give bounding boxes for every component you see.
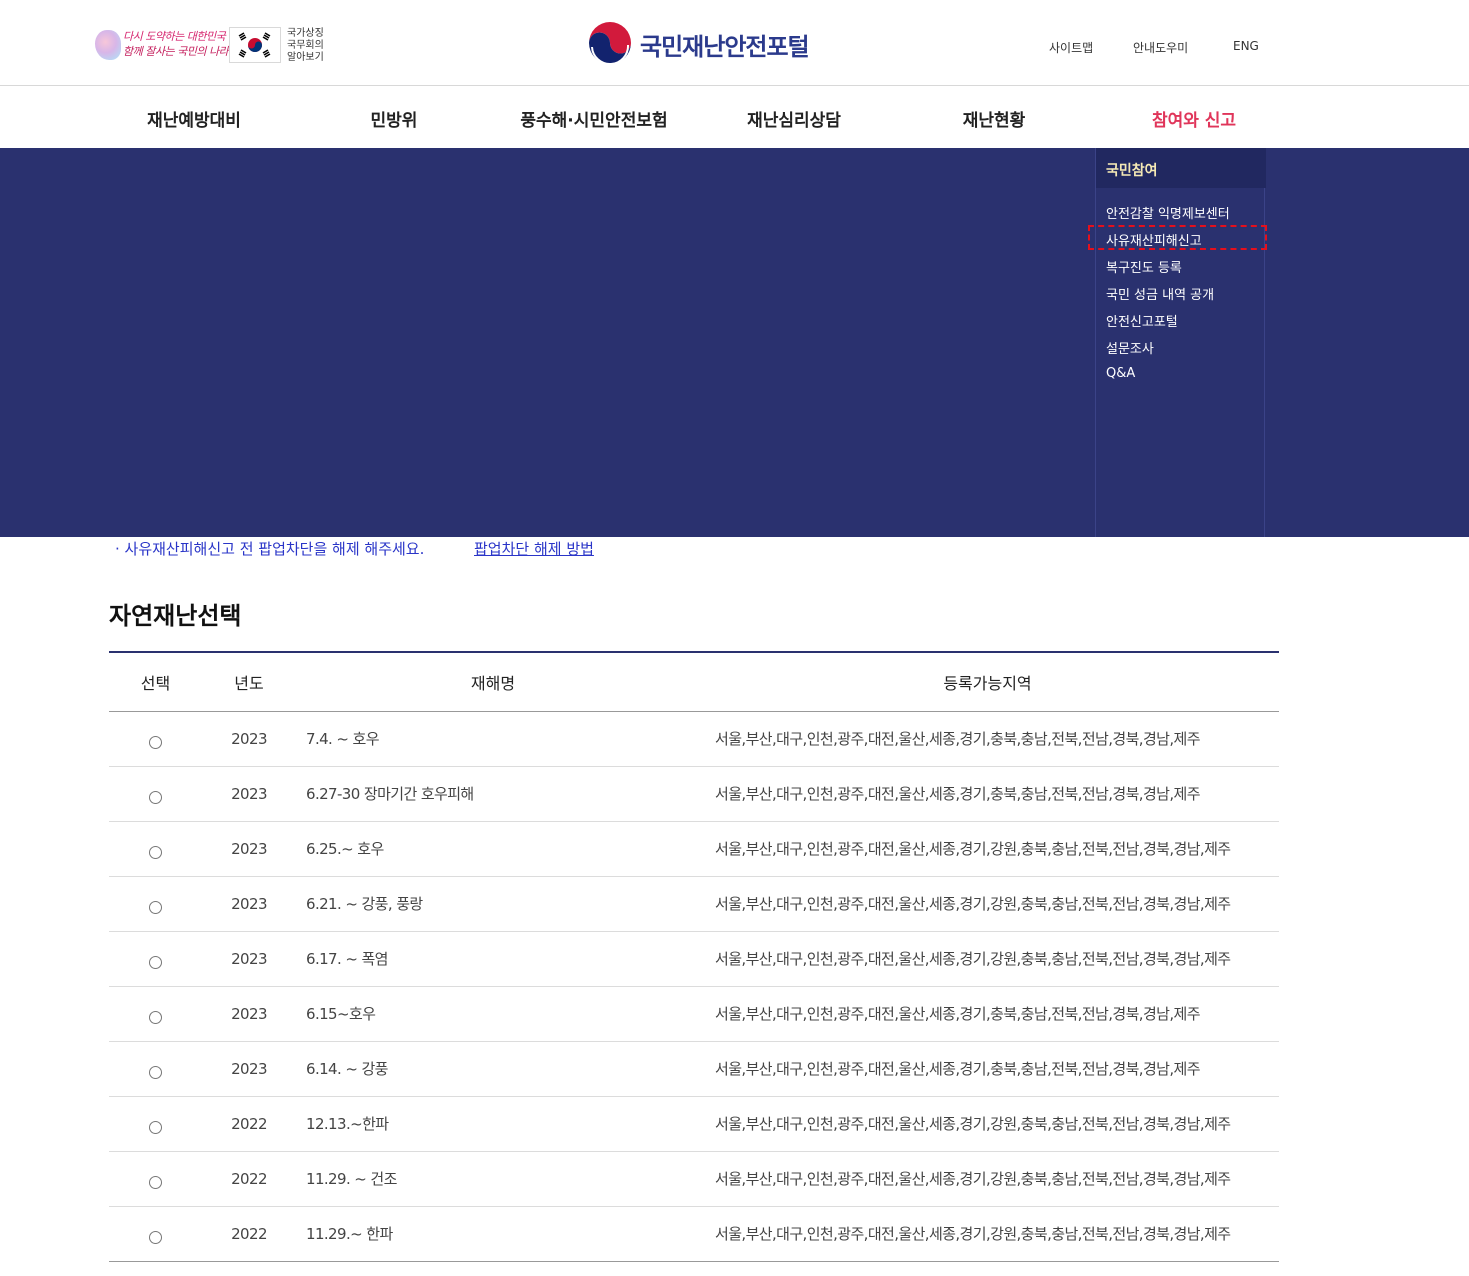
column-header-year: 년도 bbox=[202, 652, 296, 712]
cell-regions: 서울,부산,대구,인천,광주,대전,울산,세종,경기,충북,충남,전북,전남,경… bbox=[696, 711, 1279, 767]
government-slogan-logo[interactable]: 다시 도약하는 대한민국 함께 잘사는 국민의 나라 bbox=[95, 28, 229, 64]
cell-disaster-name: 11.29.~ 한파 bbox=[296, 1206, 696, 1262]
submenu-item-qna[interactable]: Q&A bbox=[1106, 366, 1135, 381]
cell-disaster-name: 11.29. ~ 건조 bbox=[296, 1151, 696, 1207]
cell-disaster-name: 6.15~호우 bbox=[296, 986, 696, 1042]
select-radio[interactable] bbox=[149, 791, 162, 804]
cell-year: 2023 bbox=[202, 821, 296, 877]
select-radio[interactable] bbox=[149, 1121, 162, 1134]
cell-regions: 서울,부산,대구,인천,광주,대전,울산,세종,경기,충북,충남,전북,전남,경… bbox=[696, 1041, 1279, 1097]
cell-disaster-name: 6.17. ~ 폭염 bbox=[296, 931, 696, 987]
popup-notice-text: · 사유재산피해신고 전 팝업차단을 해제 해주세요. bbox=[115, 540, 425, 558]
table-row[interactable]: 2023 6.27-30 장마기간 호우피해 서울,부산,대구,인천,광주,대전… bbox=[109, 766, 1279, 822]
cell-disaster-name: 6.21. ~ 강풍, 풍랑 bbox=[296, 876, 696, 932]
column-header-disaster-name: 재해명 bbox=[296, 652, 696, 712]
slogan-line1: 다시 도약하는 대한민국 bbox=[123, 30, 226, 43]
table-header-row: 선택 년도 재해명 등록가능지역 bbox=[109, 652, 1279, 712]
cell-regions: 서울,부산,대구,인천,광주,대전,울산,세종,경기,강원,충북,충남,전북,전… bbox=[696, 1151, 1279, 1207]
table-row[interactable]: 2022 11.29.~ 한파 서울,부산,대구,인천,광주,대전,울산,세종,… bbox=[109, 1206, 1279, 1262]
gnb-item-disaster-prevention[interactable]: 재난예방대비 bbox=[94, 106, 294, 131]
table-row[interactable]: 2023 7.4. ~ 호우 서울,부산,대구,인천,광주,대전,울산,세종,경… bbox=[109, 711, 1279, 767]
cell-disaster-name: 6.27-30 장마기간 호우피해 bbox=[296, 766, 696, 822]
cell-regions: 서울,부산,대구,인천,광주,대전,울산,세종,경기,강원,충북,충남,전북,전… bbox=[696, 876, 1279, 932]
cell-year: 2023 bbox=[202, 711, 296, 767]
select-radio[interactable] bbox=[149, 1176, 162, 1189]
popup-unblock-guide-link[interactable]: 팝업차단 해제 방법 bbox=[474, 538, 594, 559]
cell-regions: 서울,부산,대구,인천,광주,대전,울산,세종,경기,강원,충북,충남,전북,전… bbox=[696, 821, 1279, 877]
cell-disaster-name: 12.13.~한파 bbox=[296, 1096, 696, 1152]
column-header-available-regions: 등록가능지역 bbox=[696, 652, 1279, 712]
cell-disaster-name: 6.14. ~ 강풍 bbox=[296, 1041, 696, 1097]
select-radio[interactable] bbox=[149, 901, 162, 914]
submenu-item-recovery-progress[interactable]: 복구진도 등록 bbox=[1106, 257, 1182, 276]
cell-year: 2023 bbox=[202, 986, 296, 1042]
submenu-item-survey[interactable]: 설문조사 bbox=[1106, 338, 1154, 357]
slogan-flower-icon bbox=[95, 30, 121, 60]
natural-disaster-table: 선택 년도 재해명 등록가능지역 2023 7.4. ~ 호우 서울,부산,대구… bbox=[109, 651, 1279, 1262]
select-radio[interactable] bbox=[149, 956, 162, 969]
submenu-title[interactable]: 국민참여 bbox=[1096, 148, 1266, 188]
select-radio[interactable] bbox=[149, 846, 162, 859]
table-row[interactable]: 2023 6.15~호우 서울,부산,대구,인천,광주,대전,울산,세종,경기,… bbox=[109, 986, 1279, 1042]
cell-regions: 서울,부산,대구,인천,광주,대전,울산,세종,경기,충북,충남,전북,전남,경… bbox=[696, 766, 1279, 822]
cell-regions: 서울,부산,대구,인천,광주,대전,울산,세종,경기,강원,충북,충남,전북,전… bbox=[696, 1096, 1279, 1152]
cell-year: 2022 bbox=[202, 1151, 296, 1207]
gnb-item-participation-report[interactable]: 참여와 신고 bbox=[1094, 106, 1294, 131]
cell-regions: 서울,부산,대구,인천,광주,대전,울산,세종,경기,강원,충북,충남,전북,전… bbox=[696, 1206, 1279, 1262]
cell-disaster-name: 7.4. ~ 호우 bbox=[296, 711, 696, 767]
submenu-item-private-property-damage[interactable]: 사유재산피해신고 bbox=[1106, 230, 1202, 249]
submenu-item-anonymous-report[interactable]: 안전감찰 익명제보센터 bbox=[1106, 203, 1230, 222]
slogan-line2: 함께 잘사는 국민의 나라 bbox=[123, 45, 229, 58]
cell-disaster-name: 6.25.~ 호우 bbox=[296, 821, 696, 877]
select-radio[interactable] bbox=[149, 1066, 162, 1079]
select-radio[interactable] bbox=[149, 1011, 162, 1024]
help-guide-link[interactable]: 안내도우미 bbox=[1133, 39, 1188, 56]
submenu-item-donation-disclosure[interactable]: 국민 성금 내역 공개 bbox=[1106, 284, 1214, 303]
table-row[interactable]: 2023 6.17. ~ 폭염 서울,부산,대구,인천,광주,대전,울산,세종,… bbox=[109, 931, 1279, 987]
gnb-item-disaster-status[interactable]: 재난현황 bbox=[894, 106, 1094, 131]
taegeuk-logo-icon bbox=[589, 22, 631, 65]
submenu-item-safety-report-portal[interactable]: 안전신고포털 bbox=[1106, 311, 1178, 330]
table-row[interactable]: 2023 6.21. ~ 강풍, 풍랑 서울,부산,대구,인천,광주,대전,울산… bbox=[109, 876, 1279, 932]
national-symbols-line: 국가상징 bbox=[287, 28, 324, 39]
national-symbols-line: 국무회의 bbox=[287, 40, 324, 51]
submenu-participation: 국민참여 안전감찰 익명제보센터 사유재산피해신고 복구진도 등록 국민 성금 … bbox=[1088, 148, 1267, 537]
sitemap-link[interactable]: 사이트맵 bbox=[1049, 39, 1093, 56]
select-radio[interactable] bbox=[149, 736, 162, 749]
mega-menu-panel: 국민참여 안전감찰 익명제보센터 사유재산피해신고 복구진도 등록 국민 성금 … bbox=[0, 148, 1469, 537]
select-radio[interactable] bbox=[149, 1231, 162, 1244]
cell-year: 2023 bbox=[202, 876, 296, 932]
section-title: 자연재난선택 bbox=[109, 602, 242, 630]
table-row[interactable]: 2023 6.25.~ 호우 서울,부산,대구,인천,광주,대전,울산,세종,경… bbox=[109, 821, 1279, 877]
national-symbols-line: 알아보기 bbox=[287, 52, 324, 63]
table-row[interactable]: 2022 12.13.~한파 서울,부산,대구,인천,광주,대전,울산,세종,경… bbox=[109, 1096, 1279, 1152]
cell-regions: 서울,부산,대구,인천,광주,대전,울산,세종,경기,강원,충북,충남,전북,전… bbox=[696, 931, 1279, 987]
cell-year: 2023 bbox=[202, 931, 296, 987]
cell-year: 2023 bbox=[202, 766, 296, 822]
column-header-select: 선택 bbox=[109, 652, 202, 712]
table-row[interactable]: 2022 11.29. ~ 건조 서울,부산,대구,인천,광주,대전,울산,세종… bbox=[109, 1151, 1279, 1207]
cell-year: 2023 bbox=[202, 1041, 296, 1097]
logo-text: 국민재난안전포털 bbox=[640, 33, 810, 61]
cell-year: 2022 bbox=[202, 1206, 296, 1262]
cell-year: 2022 bbox=[202, 1096, 296, 1152]
national-flag-icon[interactable] bbox=[229, 27, 281, 63]
gnb-item-civil-defense[interactable]: 민방위 bbox=[294, 106, 494, 131]
english-link[interactable]: ENG bbox=[1233, 39, 1259, 53]
national-symbols-link[interactable]: 국가상징 국무회의 알아보기 bbox=[287, 28, 324, 64]
gnb-item-psych-counseling[interactable]: 재난심리상담 bbox=[694, 106, 894, 131]
table-row[interactable]: 2023 6.14. ~ 강풍 서울,부산,대구,인천,광주,대전,울산,세종,… bbox=[109, 1041, 1279, 1097]
cell-regions: 서울,부산,대구,인천,광주,대전,울산,세종,경기,충북,충남,전북,전남,경… bbox=[696, 986, 1279, 1042]
main-navigation: 재난예방대비 민방위 풍수해·시민안전보험 재난심리상담 재난현황 참여와 신고 bbox=[0, 86, 1469, 148]
gnb-item-storm-insurance[interactable]: 풍수해·시민안전보험 bbox=[494, 106, 694, 131]
site-header: 다시 도약하는 대한민국 함께 잘사는 국민의 나라 국가상징 국무회의 알아보… bbox=[0, 0, 1469, 86]
